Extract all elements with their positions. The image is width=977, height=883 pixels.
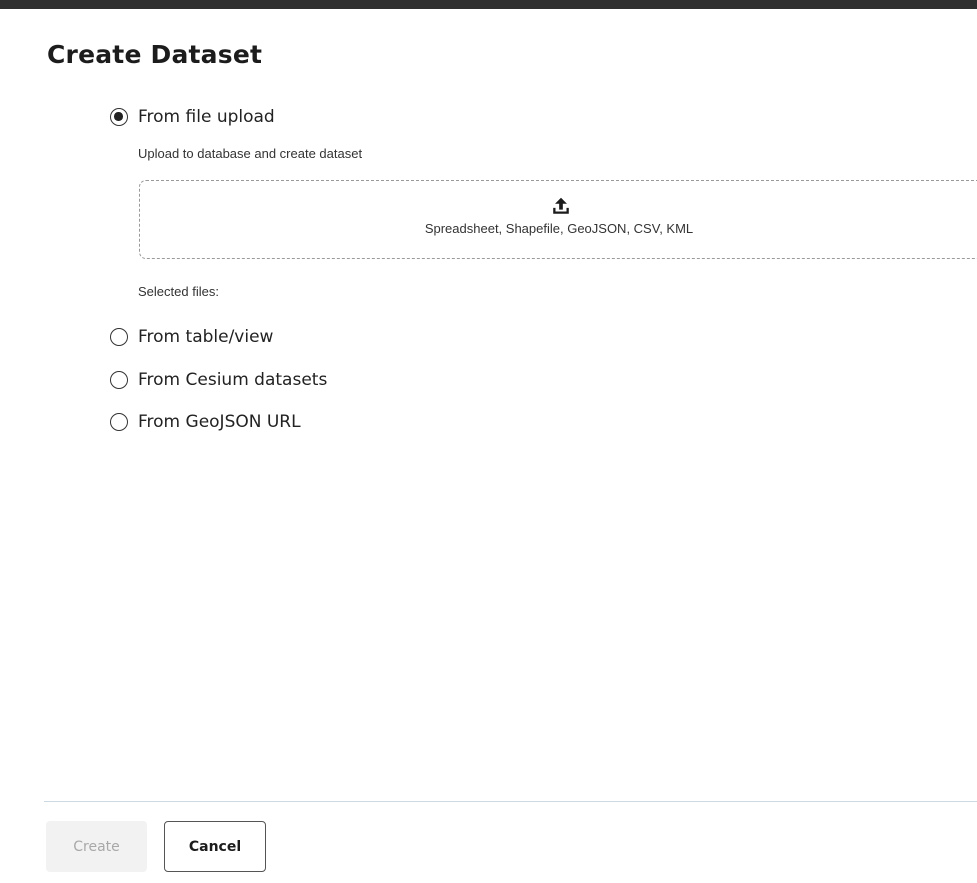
- radio-option-geojson-url[interactable]: From GeoJSON URL: [110, 412, 301, 432]
- upload-description: Upload to database and create dataset: [138, 146, 363, 161]
- radio-button-geojson-url[interactable]: [110, 413, 128, 431]
- radio-option-cesium-datasets[interactable]: From Cesium datasets: [110, 370, 327, 390]
- dropzone-formats-text: Spreadsheet, Shapefile, GeoJSON, CSV, KM…: [424, 221, 694, 236]
- radio-label-file-upload: From file upload: [138, 107, 275, 127]
- radio-label-table-view: From table/view: [138, 327, 274, 347]
- radio-option-file-upload[interactable]: From file upload: [110, 107, 275, 127]
- radio-button-table-view[interactable]: [110, 328, 128, 346]
- radio-button-file-upload[interactable]: [110, 108, 128, 126]
- dialog-title: Create Dataset: [47, 40, 263, 69]
- footer-divider: [44, 801, 977, 802]
- radio-label-cesium-datasets: From Cesium datasets: [138, 370, 328, 390]
- radio-button-cesium-datasets[interactable]: [110, 371, 128, 389]
- radio-label-geojson-url: From GeoJSON URL: [138, 412, 301, 432]
- selected-files-label: Selected files:: [138, 284, 219, 299]
- cancel-button[interactable]: Cancel: [164, 821, 266, 872]
- file-dropzone[interactable]: Spreadsheet, Shapefile, GeoJSON, CSV, KM…: [139, 180, 977, 259]
- top-bar: [0, 0, 977, 9]
- create-button[interactable]: Create: [46, 821, 147, 872]
- upload-icon: [553, 197, 569, 214]
- radio-option-table-view[interactable]: From table/view: [110, 327, 273, 347]
